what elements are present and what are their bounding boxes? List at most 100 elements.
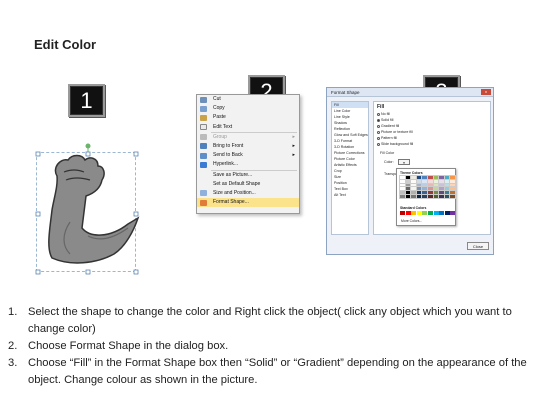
menu-item-bring-to-front[interactable]: Bring to Front ▸ bbox=[197, 142, 299, 151]
color-swatch[interactable] bbox=[426, 174, 434, 181]
menu-item-paste[interactable]: Paste bbox=[197, 113, 299, 122]
color-swatch[interactable] bbox=[439, 211, 445, 215]
color-swatch[interactable] bbox=[432, 174, 440, 181]
color-swatch[interactable] bbox=[449, 186, 457, 192]
color-swatch[interactable] bbox=[443, 182, 451, 188]
color-swatch[interactable] bbox=[404, 193, 412, 200]
menu-item-size-position[interactable]: Size and Position... bbox=[197, 189, 299, 198]
color-swatch[interactable] bbox=[443, 190, 451, 196]
dialog-nav: Fill Line Color Line Style Shadow Reflec… bbox=[331, 101, 369, 235]
close-button[interactable]: Close bbox=[467, 242, 489, 250]
color-swatch[interactable] bbox=[443, 174, 451, 181]
close-icon[interactable]: x bbox=[481, 89, 491, 95]
more-colors-link[interactable]: More Colors... bbox=[401, 219, 422, 223]
flexed-arm-icon[interactable] bbox=[30, 138, 150, 278]
color-swatch[interactable] bbox=[404, 186, 412, 192]
color-swatch[interactable] bbox=[426, 190, 434, 196]
option-solid-fill[interactable]: Solid fill bbox=[377, 118, 393, 122]
color-swatch[interactable] bbox=[410, 182, 418, 188]
color-swatch[interactable] bbox=[444, 211, 450, 215]
list-item: 2. Choose Format Shape in the dialog box. bbox=[8, 340, 229, 352]
color-swatch[interactable] bbox=[410, 186, 418, 192]
color-swatch[interactable] bbox=[427, 211, 433, 215]
color-swatch[interactable] bbox=[443, 186, 451, 192]
radio-icon bbox=[377, 136, 380, 140]
color-swatch[interactable] bbox=[433, 211, 439, 215]
color-swatch[interactable] bbox=[405, 211, 411, 215]
color-swatch[interactable] bbox=[449, 182, 457, 188]
color-swatch[interactable] bbox=[426, 186, 434, 192]
color-swatch[interactable] bbox=[404, 182, 412, 188]
color-swatch[interactable] bbox=[399, 186, 406, 192]
color-swatch[interactable] bbox=[426, 182, 434, 188]
color-swatch[interactable] bbox=[415, 193, 423, 200]
color-swatch[interactable] bbox=[438, 174, 446, 181]
option-slide-background-fill[interactable]: Slide background fill bbox=[377, 142, 413, 146]
color-swatch[interactable] bbox=[410, 174, 418, 181]
menu-item-copy[interactable]: Copy bbox=[197, 104, 299, 113]
color-swatch[interactable] bbox=[421, 178, 429, 185]
color-swatch[interactable] bbox=[416, 211, 422, 215]
step-badge-1: 1 bbox=[68, 84, 105, 117]
menu-item-save-as-picture[interactable]: Save as Picture... bbox=[197, 171, 299, 180]
color-swatch[interactable] bbox=[404, 174, 412, 181]
color-swatch[interactable] bbox=[422, 211, 428, 215]
color-swatch[interactable] bbox=[438, 182, 446, 188]
color-swatch[interactable] bbox=[432, 178, 440, 185]
color-swatch[interactable] bbox=[399, 174, 406, 181]
menu-item-hyperlink[interactable]: Hyperlink... bbox=[197, 160, 299, 169]
copy-icon bbox=[200, 105, 207, 112]
color-swatch[interactable] bbox=[449, 178, 457, 185]
color-swatch[interactable] bbox=[421, 174, 429, 181]
color-swatch[interactable] bbox=[450, 211, 456, 215]
color-swatch[interactable] bbox=[438, 186, 446, 192]
color-swatch[interactable] bbox=[421, 193, 429, 200]
color-swatch[interactable] bbox=[399, 182, 406, 188]
color-swatch[interactable] bbox=[399, 190, 406, 196]
color-swatch[interactable] bbox=[404, 178, 412, 185]
color-swatch[interactable] bbox=[426, 193, 434, 200]
color-swatch[interactable] bbox=[410, 193, 418, 200]
color-swatch[interactable] bbox=[449, 174, 457, 181]
chevron-down-icon: ▾ bbox=[403, 161, 405, 165]
menu-item-edit-text[interactable]: Edit Text bbox=[197, 123, 299, 132]
color-swatch[interactable] bbox=[399, 178, 406, 185]
color-swatch[interactable] bbox=[449, 193, 457, 200]
color-swatch[interactable] bbox=[438, 178, 446, 185]
color-swatch[interactable] bbox=[438, 190, 446, 196]
color-swatch[interactable] bbox=[399, 193, 406, 200]
menu-item-format-shape[interactable]: Format Shape... bbox=[197, 198, 299, 208]
color-swatch[interactable] bbox=[432, 186, 440, 192]
color-swatch[interactable] bbox=[449, 190, 457, 196]
menu-item-set-default-shape[interactable]: Set as Default Shape bbox=[197, 180, 299, 189]
color-swatch[interactable] bbox=[415, 178, 423, 185]
color-swatch[interactable] bbox=[404, 190, 412, 196]
color-swatch[interactable] bbox=[438, 193, 446, 200]
option-picture-fill[interactable]: Picture or texture fill bbox=[377, 130, 413, 134]
color-swatch[interactable] bbox=[415, 186, 423, 192]
color-swatch[interactable] bbox=[421, 186, 429, 192]
option-pattern-fill[interactable]: Pattern fill bbox=[377, 136, 397, 140]
color-swatch[interactable] bbox=[421, 182, 429, 188]
color-swatch[interactable] bbox=[410, 190, 418, 196]
color-swatch[interactable] bbox=[421, 190, 429, 196]
option-gradient-fill[interactable]: Gradient fill bbox=[377, 124, 399, 128]
color-swatch[interactable] bbox=[432, 190, 440, 196]
option-no-fill[interactable]: No fill bbox=[377, 112, 390, 116]
nav-item-alt-text[interactable]: Alt Text bbox=[332, 192, 368, 198]
color-swatch[interactable] bbox=[400, 211, 405, 215]
color-swatch[interactable] bbox=[426, 178, 434, 185]
instructions-list: 1. Select the shape to change the color a… bbox=[8, 304, 548, 389]
color-swatch[interactable] bbox=[432, 193, 440, 200]
menu-item-send-to-back[interactable]: Send to Back ▸ bbox=[197, 151, 299, 160]
color-swatch[interactable] bbox=[415, 182, 423, 188]
menu-item-cut[interactable]: Cut bbox=[197, 95, 299, 104]
color-swatch[interactable] bbox=[410, 178, 418, 185]
color-picker-button[interactable]: ▾ bbox=[398, 159, 410, 165]
color-swatch[interactable] bbox=[432, 182, 440, 188]
color-swatch[interactable] bbox=[411, 211, 417, 215]
color-swatch[interactable] bbox=[443, 178, 451, 185]
color-swatch[interactable] bbox=[443, 193, 451, 200]
color-swatch[interactable] bbox=[415, 190, 423, 196]
color-swatch[interactable] bbox=[415, 174, 423, 181]
